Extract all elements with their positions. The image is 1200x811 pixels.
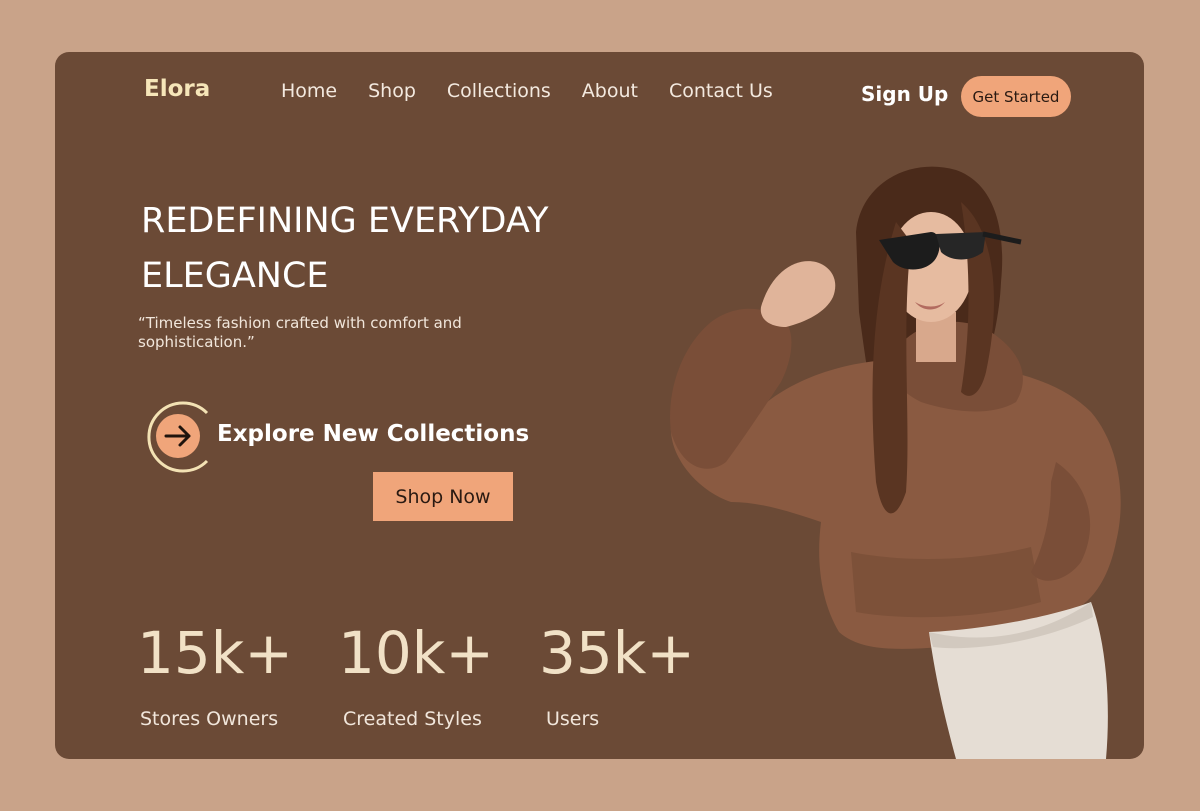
stat-value: 10k+ (338, 619, 494, 687)
hero-card: Elora Home Shop Collections About Contac… (55, 52, 1144, 759)
tagline-line-1: “Timeless fashion crafted with comfort a… (138, 314, 462, 332)
shop-now-button[interactable]: Shop Now (373, 472, 513, 521)
nav-item-home[interactable]: Home (281, 80, 337, 102)
get-started-button[interactable]: Get Started (961, 76, 1071, 117)
nav-item-about[interactable]: About (582, 80, 638, 102)
brand-logo[interactable]: Elora (144, 76, 210, 102)
stat-label: Created Styles (343, 708, 482, 730)
nav-item-collections[interactable]: Collections (447, 80, 551, 102)
explore-collections-link[interactable]: Explore New Collections (217, 421, 529, 447)
headline-line-2: ELEGANCE (141, 256, 329, 296)
main-nav: Home Shop Collections About Contact Us (281, 80, 804, 102)
hero-model-image (611, 162, 1144, 759)
stat-label: Stores Owners (140, 708, 279, 730)
hero-headline: REDEFINING EVERYDAY ELEGANCE (141, 194, 661, 304)
signup-link[interactable]: Sign Up (861, 82, 948, 106)
nav-item-shop[interactable]: Shop (368, 80, 416, 102)
hero-tagline: “Timeless fashion crafted with comfort a… (138, 314, 528, 352)
tagline-line-2: sophistication.” (138, 333, 255, 351)
stat-value: 15k+ (137, 619, 293, 687)
stat-created-styles: 10k+ Created Styles (338, 620, 494, 730)
stat-store-owners: 15k+ Stores Owners (137, 620, 293, 730)
nav-item-contact[interactable]: Contact Us (669, 80, 773, 102)
headline-line-1: REDEFINING EVERYDAY (141, 201, 549, 241)
arrow-right-icon[interactable] (141, 397, 211, 473)
